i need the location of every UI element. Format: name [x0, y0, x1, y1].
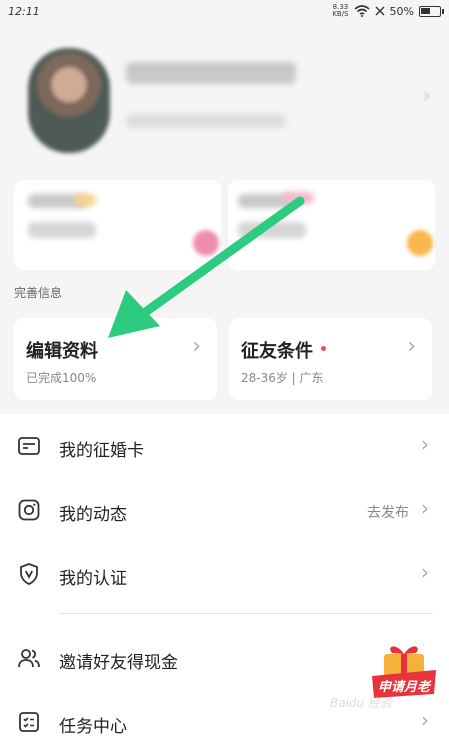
chevron-right-icon: ›: [421, 432, 429, 456]
chevron-right-icon: ›: [421, 708, 429, 732]
list-item-verification[interactable]: 我的认证 ›: [0, 544, 449, 604]
list-item-label: 任务中心: [59, 717, 127, 737]
chevron-right-icon: ›: [422, 84, 431, 109]
partner-criteria-title: 征友条件: [241, 337, 326, 363]
publish-link[interactable]: 去发布: [367, 502, 409, 522]
status-time: 12:11: [8, 5, 40, 18]
divider: [59, 613, 433, 614]
nickname-blurred: [126, 62, 296, 84]
matchmaker-promo-badge[interactable]: 申请月老: [368, 640, 440, 702]
partner-criteria-detail: 28-36岁 | 广东: [241, 371, 324, 385]
gift-box-icon: 申请月老: [372, 646, 436, 698]
instagram-icon: [18, 499, 40, 521]
stats-card-left[interactable]: [14, 180, 221, 270]
status-bar: 12:11 8.33 KB/S 50%: [0, 0, 449, 24]
chevron-right-icon: ›: [407, 334, 416, 359]
no-signal-icon: [375, 6, 385, 16]
promo-text: 申请月老: [378, 679, 432, 695]
section-title: 完善信息: [14, 286, 63, 300]
list-item-label: 我的认证: [59, 569, 127, 589]
partner-criteria-card[interactable]: 征友条件 28-36岁 | 广东 ›: [229, 318, 432, 400]
watermark: Baidu 经验: [330, 696, 392, 710]
list-item-my-posts[interactable]: 我的动态 去发布 ›: [0, 480, 449, 540]
edit-profile-card[interactable]: 编辑资料 已完成100% ›: [14, 318, 217, 400]
chevron-right-icon: ›: [192, 334, 201, 359]
list-item-label: 我的动态: [59, 505, 127, 525]
battery-percent: 50%: [389, 4, 414, 18]
edit-profile-progress: 已完成100%: [26, 371, 97, 385]
list-item-label: 我的征婚卡: [59, 441, 144, 461]
edit-profile-title: 编辑资料: [26, 341, 98, 362]
status-right: 8.33 KB/S 50%: [332, 3, 444, 18]
task-list-icon: [19, 712, 39, 732]
battery-icon: [419, 5, 444, 17]
profile-header[interactable]: ›: [0, 28, 449, 168]
users-icon: [18, 649, 40, 668]
orange-badge-icon: [407, 230, 433, 256]
avatar[interactable]: [28, 48, 110, 153]
wifi-icon: [354, 5, 370, 17]
list-item-marriage-card[interactable]: 我的征婚卡 ›: [0, 416, 449, 476]
id-card-icon: [18, 437, 40, 455]
list-item-label: 邀请好友得现金: [59, 653, 178, 673]
pink-badge-icon: [193, 230, 219, 256]
chevron-right-icon: ›: [421, 496, 429, 520]
shield-v-icon: [20, 563, 38, 585]
chevron-right-icon: ›: [421, 560, 429, 584]
profile-meta-blurred: [126, 114, 286, 128]
stats-card-right[interactable]: [228, 180, 435, 270]
red-dot-badge: [321, 345, 326, 351]
net-speed: 8.33 KB/S: [332, 3, 349, 18]
